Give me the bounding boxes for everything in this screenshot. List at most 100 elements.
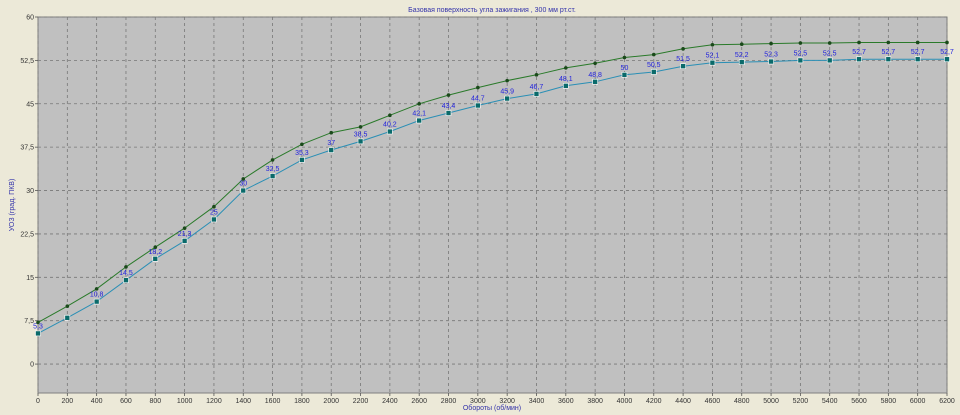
data-point: [358, 125, 363, 129]
data-label: 30: [239, 181, 247, 188]
plot-area: [37, 16, 948, 394]
y-tick-label: 60: [26, 15, 34, 22]
data-point: [94, 287, 99, 291]
data-label: 10,8: [90, 292, 104, 299]
data-point: [681, 47, 685, 51]
data-point: [534, 73, 539, 77]
chart-title: Базовая поверхность угла зажигания , 300…: [408, 7, 576, 14]
data-label: 44,7: [471, 96, 485, 103]
data-point: [240, 187, 247, 194]
data-label: 25: [210, 209, 218, 216]
x-tick-label: 3400: [529, 398, 545, 405]
data-point: [476, 85, 480, 90]
data-label: 45,9: [500, 89, 514, 96]
data-label: 43,4: [442, 103, 456, 110]
data-point: [329, 130, 334, 135]
data-point: [269, 173, 276, 179]
data-label: 52,7: [852, 49, 866, 56]
data-point: [915, 40, 920, 45]
data-point: [944, 56, 950, 63]
x-tick-label: 600: [120, 398, 132, 405]
data-point: [446, 93, 451, 97]
data-point: [181, 238, 188, 244]
data-label: 42,1: [412, 111, 426, 118]
data-label: 35,3: [295, 150, 309, 157]
y-tick-label: 15: [26, 275, 34, 282]
x-tick-label: 1400: [235, 398, 251, 405]
chart-svg: 07,51522,53037,54552,5600 200 400 600 800 100…: [0, 0, 960, 415]
x-tick-label: 4000: [617, 398, 633, 405]
data-point: [212, 204, 216, 209]
data-point: [65, 304, 70, 309]
data-point: [93, 298, 100, 305]
data-label: 14,5: [119, 270, 133, 277]
data-label: 40,2: [383, 122, 397, 129]
data-point: [680, 63, 686, 69]
data-point: [123, 277, 129, 284]
data-point: [504, 95, 510, 102]
x-tick-label: 6200: [939, 398, 955, 405]
data-point: [417, 101, 421, 106]
data-point: [621, 72, 628, 78]
y-axis-label: УОЗ (град. ПКВ): [9, 179, 16, 232]
data-label: 52,7: [882, 49, 896, 56]
data-point: [651, 52, 656, 57]
data-point: [592, 78, 598, 85]
x-tick-label: 5400: [822, 398, 838, 405]
x-tick-label: 6000: [910, 398, 926, 405]
data-point: [622, 55, 627, 60]
data-point: [739, 42, 744, 46]
data-point: [505, 78, 509, 83]
data-label: 52,1: [706, 53, 720, 60]
x-tick-label: 2800: [441, 398, 457, 405]
data-point: [445, 110, 452, 116]
data-point: [388, 113, 392, 118]
data-label: 50,5: [647, 62, 661, 69]
data-point: [299, 157, 305, 163]
data-point: [886, 40, 891, 45]
x-tick-label: 1600: [265, 398, 281, 405]
data-point: [945, 40, 949, 45]
data-point: [826, 57, 833, 64]
data-point: [857, 40, 861, 45]
data-point: [798, 41, 803, 45]
x-tick-label: 0: [36, 398, 40, 405]
x-tick-label: 5800: [881, 398, 897, 405]
data-label: 18,2: [148, 249, 162, 256]
data-label: 50: [621, 65, 629, 72]
data-point: [738, 59, 745, 65]
y-tick-label: 52,5: [20, 58, 34, 65]
data-label: 51,5: [676, 56, 690, 63]
data-point: [885, 56, 892, 63]
data-label: 48,8: [588, 72, 602, 79]
data-point: [35, 330, 41, 337]
data-point: [152, 255, 159, 262]
x-tick-label: 1000: [177, 398, 193, 405]
x-tick-label: 4600: [705, 398, 721, 405]
data-point: [650, 69, 657, 75]
data-point: [300, 142, 304, 147]
y-tick-label: 30: [26, 188, 34, 195]
x-tick-label: 4200: [646, 398, 662, 405]
data-point: [124, 265, 128, 269]
data-point: [797, 57, 804, 64]
data-point: [533, 91, 540, 97]
data-label: 46,7: [530, 84, 544, 91]
x-tick-label: 4800: [734, 398, 750, 405]
data-label: 52,3: [764, 52, 778, 59]
data-label: 21,3: [178, 231, 192, 238]
data-label: 52,5: [823, 50, 837, 57]
data-point: [827, 41, 832, 45]
data-point: [182, 226, 187, 230]
data-point: [768, 58, 774, 65]
data-label: 38,5: [354, 131, 368, 138]
x-tick-label: 2400: [382, 398, 398, 405]
data-point: [564, 66, 568, 70]
data-label: 52,5: [794, 50, 808, 57]
data-point: [914, 56, 921, 63]
x-tick-label: 2600: [411, 398, 427, 405]
y-tick-label: 22,5: [20, 231, 34, 238]
data-label: 52,7: [940, 49, 954, 56]
x-tick-label: 3600: [558, 398, 574, 405]
data-label: 5,3: [33, 323, 43, 330]
